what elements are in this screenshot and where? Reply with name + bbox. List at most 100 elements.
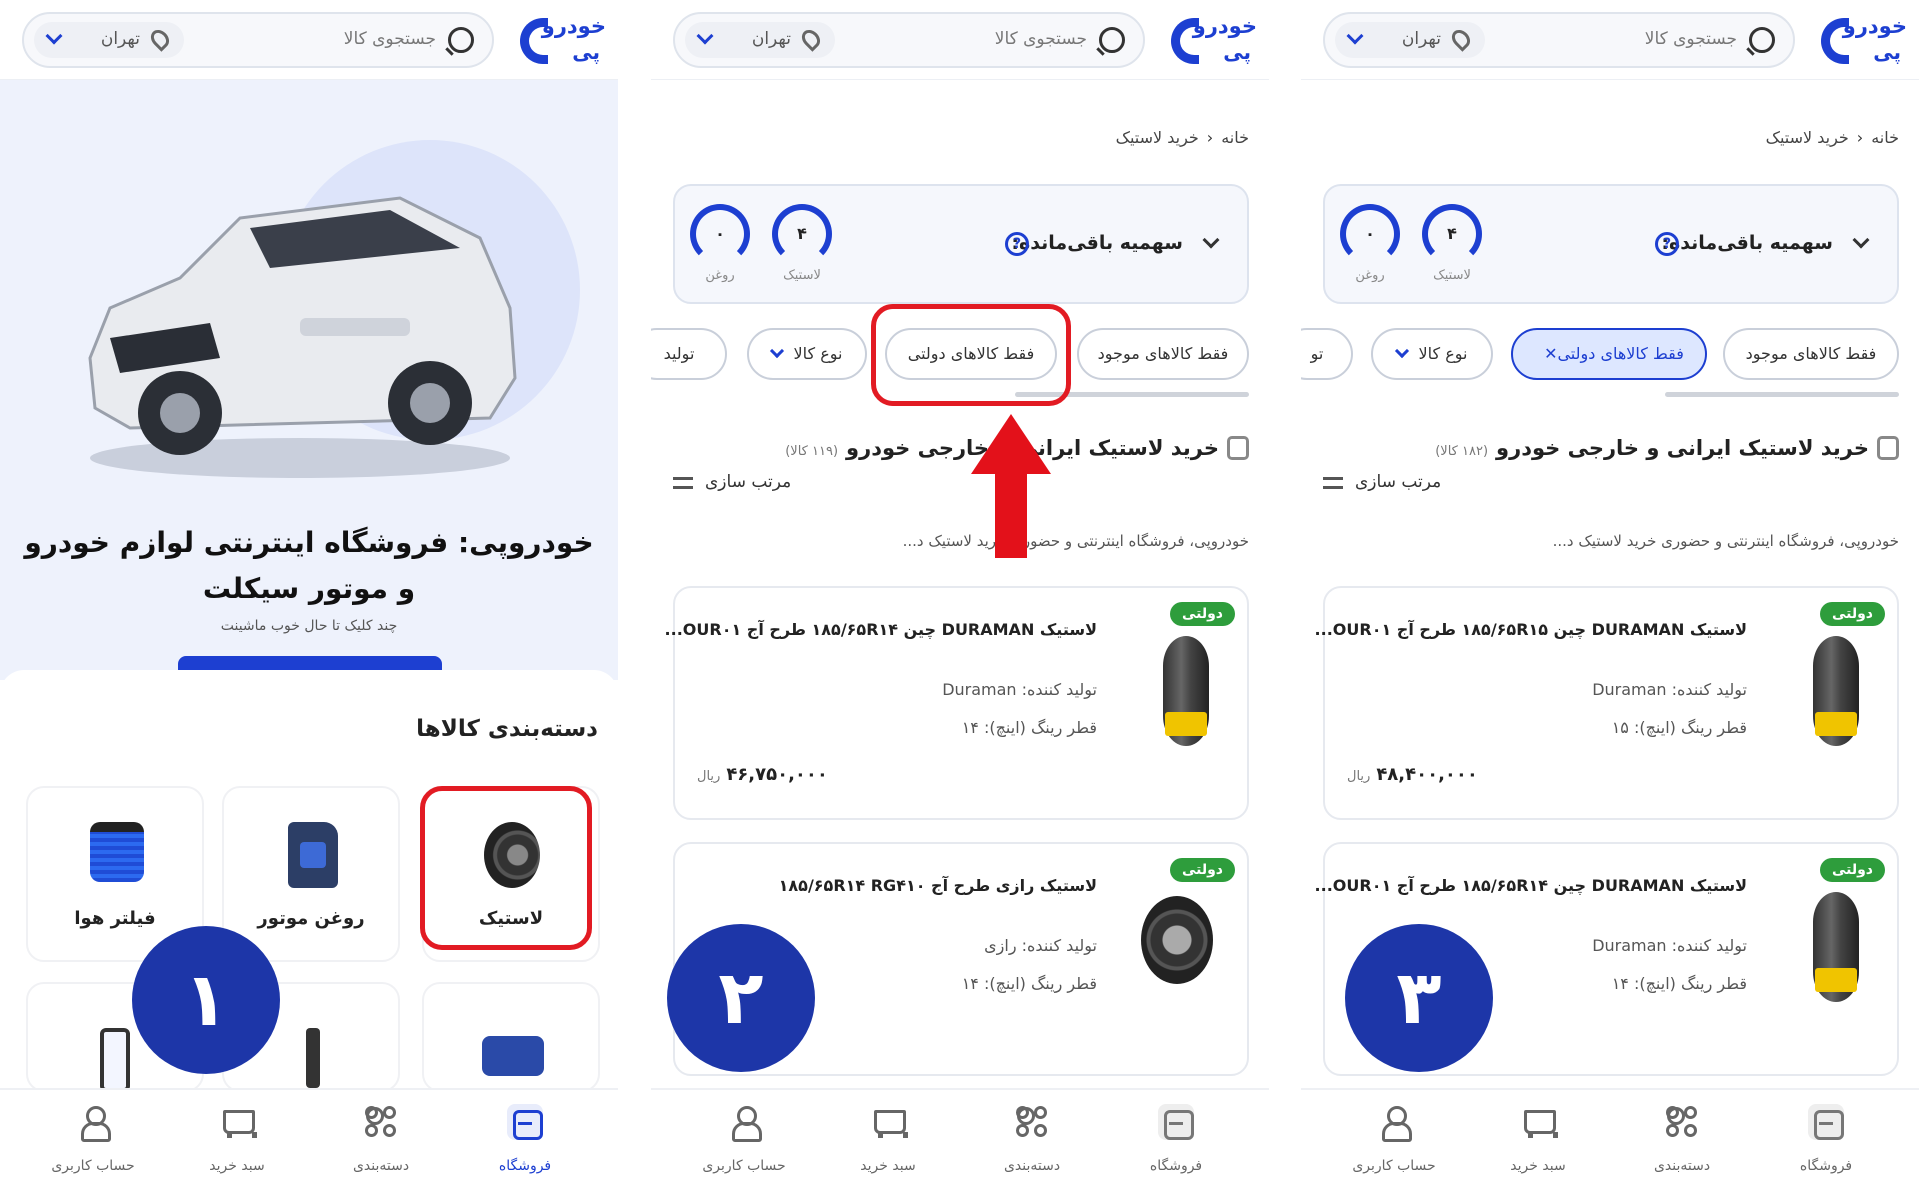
chevron-left-icon: ‹	[1206, 128, 1214, 147]
product-rim-size: قطر رینگ (اینچ): ۱۴	[1611, 974, 1747, 993]
product-name[interactable]: لاستیک DURAMAN چین ۱۸۵/۶۵R۱۴ طرح آج OUR۰…	[665, 620, 1097, 639]
chip-product-type[interactable]: نوع کالا	[1371, 328, 1493, 380]
breadcrumb-current: خرید لاستیک	[1765, 128, 1849, 147]
search-input[interactable]: جستجوی کالا	[995, 29, 1087, 49]
nav-cart[interactable]: سبد خرید	[833, 1104, 943, 1174]
city-label: تهران	[100, 29, 140, 49]
search-icon	[1749, 27, 1775, 53]
nav-account[interactable]: حساب کاربری	[1339, 1104, 1449, 1174]
location-selector[interactable]: تهران	[685, 22, 835, 58]
chip-manufacturer[interactable]: تولید	[651, 328, 727, 380]
city-label: تهران	[751, 29, 791, 49]
product-name[interactable]: لاستیک رازی طرح آج ۱۸۵/۶۵R۱۴ RG۴۱۰	[779, 876, 1097, 895]
sort-button[interactable]: مرتب سازی	[1323, 472, 1441, 492]
brand-logo[interactable]: خودرو پی	[1821, 10, 1907, 70]
grid-icon	[363, 1104, 399, 1140]
product-card[interactable]: دولتی لاستیک DURAMAN چین ۱۸۵/۶۵R۱۴ طرح آ…	[665, 586, 1249, 820]
search-icon	[1099, 27, 1125, 53]
gauge-label: لاستیک	[783, 268, 821, 283]
breadcrumb-current: خرید لاستیک	[1115, 128, 1199, 147]
product-name[interactable]: لاستیک DURAMAN چین ۱۸۵/۶۵R۱۵ طرح آج OUR۰…	[1315, 620, 1747, 639]
search-bar[interactable]: جستجوی کالا تهران	[22, 12, 494, 68]
tire-image	[1141, 896, 1213, 984]
nav-label: حساب کاربری	[51, 1158, 135, 1174]
oil-filter-icon	[482, 1036, 544, 1076]
location-selector[interactable]: تهران	[1335, 22, 1485, 58]
nav-label: حساب کاربری	[702, 1158, 786, 1174]
gauge-label: روغن	[705, 268, 735, 283]
gauge-oil: ۰ روغن	[689, 204, 751, 283]
chips-scrollbar[interactable]	[1665, 392, 1899, 397]
hero-title: خودروپی: فروشگاه اینترنتی لوازم خودرو و …	[24, 526, 594, 605]
close-icon[interactable]: ✕	[1544, 344, 1557, 363]
product-card[interactable]: دولتی لاستیک DURAMAN چین ۱۸۵/۶۵R۱۵ طرح آ…	[1315, 586, 1899, 820]
breadcrumb-home[interactable]: خانه	[1871, 128, 1899, 147]
nav-categories[interactable]: دسته‌بندی	[977, 1104, 1087, 1174]
nav-cart[interactable]: سبد خرید	[1483, 1104, 1593, 1174]
search-bar[interactable]: جستجوی کالا تهران	[1323, 12, 1795, 68]
nav-cart[interactable]: سبد خرید	[182, 1104, 292, 1174]
hero-banner: خودروپی: فروشگاه اینترنتی لوازم خودرو و …	[0, 80, 618, 726]
chip-government-active[interactable]: فقط کالاهای دولتی✕	[1511, 328, 1707, 380]
nav-label: فروشگاه	[498, 1158, 552, 1174]
breadcrumb-home[interactable]: خانه	[1221, 128, 1249, 147]
list-icon	[1227, 436, 1249, 460]
nav-shop[interactable]: فروشگاه	[1771, 1104, 1881, 1174]
chip-in-stock[interactable]: فقط کالاهای موجود	[1077, 328, 1249, 380]
quota-label: سهمیه باقی‌مانده:	[1661, 232, 1833, 254]
shop-icon	[1808, 1104, 1844, 1140]
location-pin-icon	[1448, 26, 1474, 52]
nav-shop[interactable]: فروشگاه	[1121, 1104, 1231, 1174]
gauge-value: ۴	[1447, 224, 1457, 243]
chip-manufacturer[interactable]: تو	[1301, 328, 1353, 380]
gauge-value: ۴	[797, 224, 807, 243]
grid-icon	[1664, 1104, 1700, 1140]
quota-panel[interactable]: سهمیه باقی‌مانده: ? ۴ لاستیک ۰ روغن	[1323, 184, 1899, 304]
product-name[interactable]: لاستیک DURAMAN چین ۱۸۵/۶۵R۱۴ طرح آج OUR۰…	[1315, 876, 1747, 895]
location-pin-icon	[798, 26, 824, 52]
nav-label: دسته‌بندی	[1003, 1158, 1061, 1174]
logo-text: پی	[1873, 40, 1901, 64]
gauge-oil: ۰ روغن	[1339, 204, 1401, 283]
search-icon	[448, 27, 474, 53]
brand-logo[interactable]: خودرو پی	[1171, 10, 1257, 70]
grid-icon	[1014, 1104, 1050, 1140]
chevron-down-icon[interactable]	[1852, 231, 1870, 249]
gauge-label: لاستیک	[1433, 268, 1471, 283]
chevron-down-icon[interactable]	[1202, 231, 1220, 249]
search-input[interactable]: جستجوی کالا	[1645, 29, 1737, 49]
search-input[interactable]: جستجوی کالا	[344, 29, 436, 49]
screen-tire-list: خودرو پی جستجوی کالا تهران خانه ‹ خرید لاس…	[651, 0, 1269, 1200]
category-card[interactable]	[422, 982, 600, 1092]
screen-home: خودروپی: فروشگاه اینترنتی لوازم خودرو و …	[0, 0, 618, 1200]
chip-product-type[interactable]: نوع کالا	[747, 328, 867, 380]
categories-section: دسته‌بندی کالاها لاستیک روغن موتور فیلتر…	[0, 670, 618, 1100]
chip-in-stock[interactable]: فقط کالاهای موجود	[1723, 328, 1899, 380]
user-icon	[726, 1104, 762, 1142]
product-maker: تولید کننده: Duraman	[1592, 936, 1747, 955]
nav-label: حساب کاربری	[1352, 1158, 1436, 1174]
category-engine-oil[interactable]: روغن موتور	[222, 786, 400, 962]
chevron-down-icon	[45, 27, 63, 45]
nav-account[interactable]: حساب کاربری	[689, 1104, 799, 1174]
help-icon[interactable]: ?	[1655, 232, 1679, 256]
help-icon[interactable]: ?	[1005, 232, 1029, 256]
tire-label-image	[1815, 968, 1857, 992]
brand-logo[interactable]: خودرو پی	[520, 10, 606, 70]
filter-icon	[673, 477, 693, 489]
bottom-nav: حساب کاربری سبد خرید دسته‌بندی فروشگاه	[0, 1088, 618, 1200]
location-pin-icon	[147, 26, 173, 52]
chip-label: نوع کالا	[1418, 344, 1468, 363]
quota-panel[interactable]: سهمیه باقی‌مانده: ? ۴ لاستیک ۰ روغن	[673, 184, 1249, 304]
app-header: خودرو پی جستجوی کالا تهران	[651, 0, 1269, 80]
oil-can-icon	[288, 822, 338, 888]
nav-categories[interactable]: دسته‌بندی	[1627, 1104, 1737, 1174]
nav-shop[interactable]: فروشگاه	[470, 1104, 580, 1174]
location-selector[interactable]: تهران	[34, 22, 184, 58]
sort-button[interactable]: مرتب سازی	[673, 472, 791, 492]
nav-label: دسته‌بندی	[1653, 1158, 1711, 1174]
nav-categories[interactable]: دسته‌بندی	[326, 1104, 436, 1174]
search-bar[interactable]: جستجوی کالا تهران	[673, 12, 1145, 68]
categories-title: دسته‌بندی کالاها	[416, 716, 598, 742]
nav-account[interactable]: حساب کاربری	[38, 1104, 148, 1174]
